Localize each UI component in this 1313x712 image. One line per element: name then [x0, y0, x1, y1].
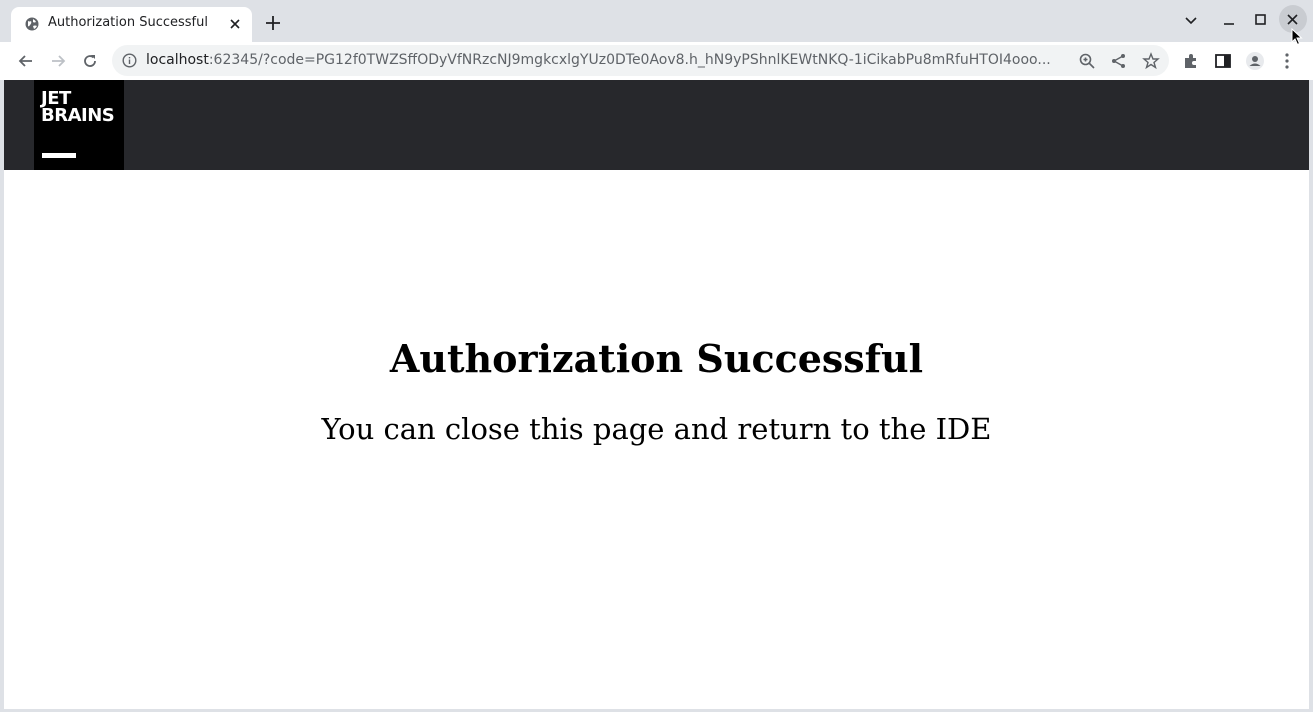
browser-tab[interactable]: Authorization Successful	[11, 7, 252, 42]
site-info-icon[interactable]	[122, 53, 137, 68]
tab-strip: Authorization Successful	[0, 0, 1313, 42]
globe-icon	[25, 17, 39, 31]
site-header: JET BRAINS	[4, 80, 1309, 170]
page-message: You can close this page and return to th…	[321, 412, 992, 446]
more-menu-icon[interactable]	[1277, 51, 1297, 71]
extensions-puzzle-icon[interactable]	[1181, 51, 1201, 71]
reload-icon[interactable]	[80, 51, 100, 71]
jetbrains-logo[interactable]: JET BRAINS	[34, 80, 124, 170]
address-bar[interactable]: localhost:62345/?code=PG12f0TWZSffODyVfN…	[112, 45, 1169, 76]
tab-title: Authorization Successful	[48, 15, 208, 30]
forward-arrow-icon[interactable]	[48, 51, 68, 71]
tab-search-icon[interactable]	[1181, 10, 1201, 30]
logo-text: JET BRAINS	[41, 88, 115, 126]
profile-avatar-icon[interactable]	[1245, 51, 1265, 71]
zoom-icon[interactable]	[1078, 52, 1096, 70]
page-title: Authorization Successful	[389, 336, 924, 381]
new-tab-icon[interactable]	[264, 14, 282, 32]
url-host: localhost	[146, 52, 209, 68]
close-tab-icon[interactable]	[227, 16, 243, 32]
page-content: JET BRAINS Authorization Successful You …	[4, 80, 1309, 709]
url-path: :62345/?code=PG12f0TWZSffODyVfNRzcNJ9mgk…	[208, 52, 1051, 68]
browser-toolbar: localhost:62345/?code=PG12f0TWZSffODyVfN…	[0, 42, 1313, 80]
logo-underline	[42, 153, 76, 158]
url-text[interactable]: localhost:62345/?code=PG12f0TWZSffODyVfN…	[146, 52, 1066, 68]
bookmark-star-icon[interactable]	[1142, 52, 1160, 70]
maximize-icon[interactable]	[1251, 10, 1271, 30]
back-arrow-icon[interactable]	[16, 51, 36, 71]
window-close-icon[interactable]	[1283, 10, 1303, 30]
share-icon[interactable]	[1110, 52, 1128, 70]
minimize-icon[interactable]	[1219, 10, 1239, 30]
mouse-cursor-icon	[1291, 28, 1303, 46]
side-panel-icon[interactable]	[1213, 51, 1233, 71]
